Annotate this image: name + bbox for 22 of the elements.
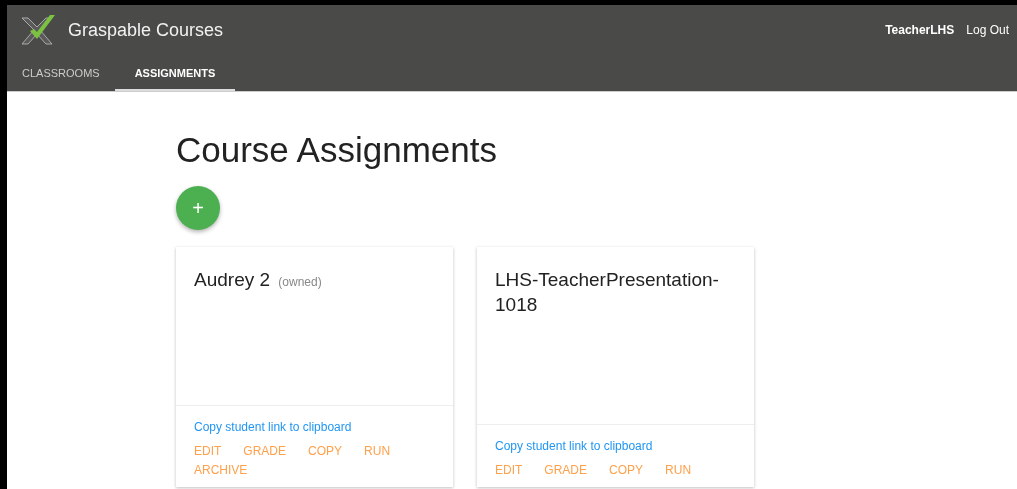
action-button[interactable]: RUN — [364, 444, 391, 458]
assignment-title: LHS-TeacherPresentation-1018 — [495, 268, 720, 317]
nav-tab[interactable]: ASSIGNMENTS — [114, 55, 236, 91]
action-button[interactable]: COPY — [308, 444, 343, 458]
user-name: TeacherLHS — [885, 23, 955, 37]
nav-tab[interactable]: CLASSROOMS — [7, 55, 115, 91]
owned-label: (owned) — [278, 275, 322, 289]
logo-icon — [20, 14, 56, 46]
action-button[interactable]: EDIT — [495, 463, 523, 477]
copy-link[interactable]: Copy student link to clipboard — [495, 439, 653, 453]
app-title: Graspable Courses — [68, 19, 224, 41]
action-button[interactable]: GRADE — [544, 463, 588, 477]
action-button[interactable]: EDIT — [194, 444, 222, 458]
page-heading: Course Assignments — [176, 130, 498, 170]
assignment-title: Audrey 2 — [194, 269, 271, 290]
action-button[interactable]: ARCHIVE — [194, 463, 248, 477]
log-out-link[interactable]: Log Out — [966, 23, 1009, 37]
action-button[interactable]: RUN — [665, 463, 692, 477]
add-button[interactable]: + — [176, 186, 220, 230]
copy-link[interactable]: Copy student link to clipboard — [194, 420, 352, 434]
action-button[interactable]: COPY — [609, 463, 644, 477]
action-button[interactable]: GRADE — [243, 444, 287, 458]
